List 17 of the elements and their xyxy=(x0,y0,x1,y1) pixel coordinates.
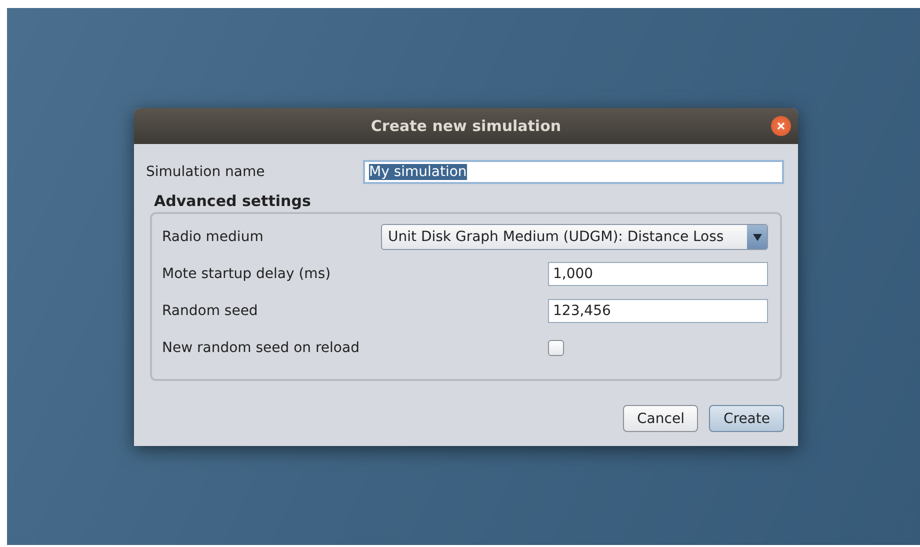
dialog-button[interactable]: Cancel xyxy=(623,405,698,432)
close-icon xyxy=(777,122,785,130)
setting-label: Radio medium xyxy=(162,229,264,245)
radio-medium-dropdown[interactable]: Unit Disk Graph Medium (UDGM): Distance Loss xyxy=(381,224,768,250)
dialog-button[interactable]: Create xyxy=(709,405,784,432)
checkbox[interactable] xyxy=(548,340,564,356)
input-field[interactable]: 1,000 xyxy=(548,262,768,286)
simulation-name-field[interactable]: My simulation xyxy=(363,160,784,184)
setting-label: New random seed on reload xyxy=(162,340,360,356)
setting-label: Random seed xyxy=(162,303,258,319)
input-field[interactable]: 123,456 xyxy=(548,299,768,323)
field-label: Simulation name xyxy=(146,164,265,180)
setting-label: Mote startup delay (ms) xyxy=(162,266,331,282)
window-title: Create new simulation xyxy=(370,117,562,135)
group-title: Advanced settings xyxy=(154,192,312,210)
dropdown-arrow-icon xyxy=(752,234,762,240)
close-button[interactable] xyxy=(771,116,791,136)
